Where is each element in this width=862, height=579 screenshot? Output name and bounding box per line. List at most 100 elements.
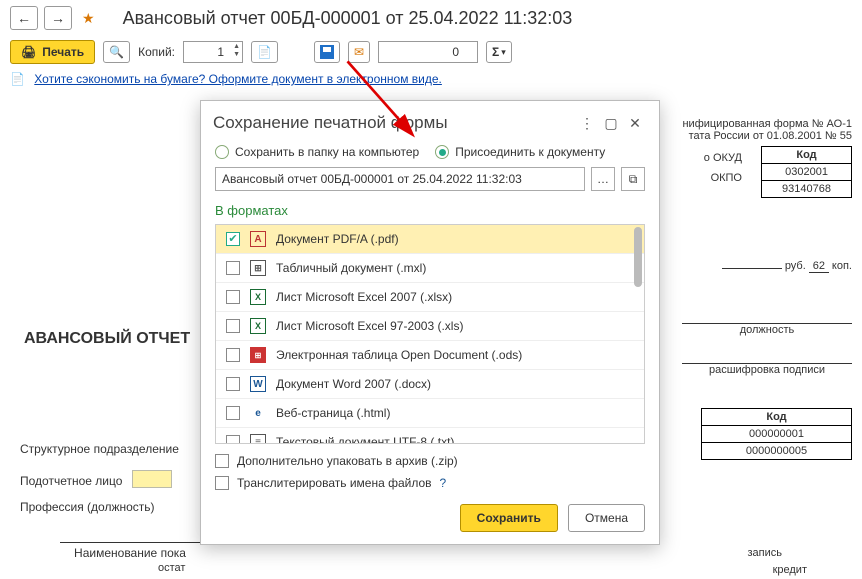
copies-spinner[interactable]: ▲▼ — [233, 43, 240, 59]
sum-input[interactable]: 0 — [378, 41, 478, 63]
code2-v1: 000000001 — [702, 426, 852, 443]
translit-checkbox[interactable] — [215, 476, 229, 490]
mxl-icon: ⊞ — [250, 260, 266, 276]
copies-input[interactable]: 1 ▲▼ — [183, 41, 243, 63]
page-title: Авансовый отчет 00БД-000001 от 25.04.202… — [123, 8, 573, 29]
format-xls-row[interactable]: X Лист Microsoft Excel 97-2003 (.xls) — [216, 312, 644, 341]
format-ods-label: Электронная таблица Open Document (.ods) — [276, 348, 522, 362]
radio-attach-document[interactable] — [435, 145, 449, 159]
format-pdf-row[interactable]: A Документ PDF/A (.pdf) — [216, 225, 644, 254]
radio-save-folder-label[interactable]: Сохранить в папку на компьютер — [235, 145, 419, 159]
field-profession: Профессия (должность) — [20, 500, 155, 514]
rub-line — [722, 268, 782, 269]
copies-value: 1 — [217, 45, 224, 59]
filename-more-button[interactable]: … — [591, 167, 615, 191]
preview-button[interactable]: 🔍 — [103, 41, 130, 63]
filename-open-button[interactable]: ⧉ — [621, 167, 645, 191]
radio-attach-document-label[interactable]: Присоединить к документу — [455, 145, 605, 159]
format-mxl-row[interactable]: ⊞ Табличный документ (.mxl) — [216, 254, 644, 283]
ras-label: расшифровка подписи — [682, 364, 852, 376]
format-mxl-label: Табличный документ (.mxl) — [276, 261, 426, 275]
format-docx-row[interactable]: W Документ Word 2007 (.docx) — [216, 370, 644, 399]
format-txt-checkbox[interactable] — [226, 435, 240, 444]
format-xls-checkbox[interactable] — [226, 319, 240, 333]
dialog-save-button[interactable]: Сохранить — [460, 504, 558, 532]
code-okpo: 93140768 — [762, 181, 852, 198]
zip-checkbox[interactable] — [215, 454, 229, 468]
format-xlsx-label: Лист Microsoft Excel 2007 (.xlsx) — [276, 290, 452, 304]
zap-label: запись — [748, 547, 783, 559]
format-ods-checkbox[interactable] — [226, 348, 240, 362]
form-note-1: нифицированная форма № АО-1 — [682, 118, 852, 130]
chevron-down-icon: ▾ — [501, 47, 506, 58]
format-html-checkbox[interactable] — [226, 406, 240, 420]
form-note-2: тата России от 01.08.2001 № 55 — [682, 130, 852, 142]
dialog-title: Сохранение печатной формы — [213, 113, 575, 133]
format-docx-label: Документ Word 2007 (.docx) — [276, 377, 431, 391]
code-table-2: Код 000000001 0000000005 — [701, 408, 852, 460]
format-html-label: Веб-страница (.html) — [276, 406, 390, 420]
kop-label: коп. — [832, 260, 852, 272]
template-icon: 📄 — [257, 45, 272, 59]
formats-section-title: В форматах — [201, 201, 659, 224]
code-table: Код 0302001 93140768 — [761, 146, 852, 198]
formats-list: A Документ PDF/A (.pdf) ⊞ Табличный доку… — [215, 224, 645, 444]
person-input[interactable] — [132, 470, 172, 488]
format-xlsx-row[interactable]: X Лист Microsoft Excel 2007 (.xlsx) — [216, 283, 644, 312]
field-structure: Структурное подразделение — [20, 442, 179, 456]
format-html-row[interactable]: e Веб-страница (.html) — [216, 399, 644, 428]
copies-label: Копий: — [138, 45, 175, 59]
formats-scrollbar[interactable] — [634, 227, 642, 287]
document-icon: 📄 — [10, 72, 25, 86]
okpo-label: ОКПО — [704, 168, 742, 188]
floppy-icon — [320, 45, 334, 59]
format-docx-checkbox[interactable] — [226, 377, 240, 391]
code2-v2: 0000000005 — [702, 443, 852, 460]
dol-line — [682, 310, 852, 324]
format-txt-row[interactable]: ≡ Текстовый документ UTF-8 (.txt) — [216, 428, 644, 444]
dialog-close-icon[interactable]: ✕ — [623, 111, 647, 135]
code2-header: Код — [702, 409, 852, 426]
back-button[interactable]: ← — [10, 6, 38, 30]
dol-label: должность — [682, 324, 852, 336]
rub-label: руб. — [785, 260, 806, 272]
translit-help-icon[interactable]: ? — [440, 476, 447, 490]
rub-val: 62 — [809, 260, 829, 273]
xls-icon: X — [250, 318, 266, 334]
sigma-button[interactable]: Σ ▾ — [486, 41, 512, 63]
dialog-menu-icon[interactable]: ⋮ — [575, 111, 599, 135]
save-print-form-dialog: Сохранение печатной формы ⋮ ▢ ✕ Сохранит… — [200, 100, 660, 545]
sigma-icon: Σ — [492, 45, 499, 59]
format-ods-row[interactable]: ⊞ Электронная таблица Open Document (.od… — [216, 341, 644, 370]
html-icon: e — [250, 405, 266, 421]
filename-value: Авансовый отчет 00БД-000001 от 25.04.202… — [222, 172, 522, 186]
format-xls-label: Лист Microsoft Excel 97-2003 (.xls) — [276, 319, 463, 333]
txt-icon: ≡ — [250, 434, 266, 444]
field-person: Подотчетное лицо — [20, 474, 122, 488]
xlsx-icon: X — [250, 289, 266, 305]
printer-icon: 🖨 — [21, 45, 36, 59]
save-to-disk-button[interactable] — [314, 41, 340, 63]
dialog-cancel-button[interactable]: Отмена — [568, 504, 645, 532]
format-pdf-label: Документ PDF/A (.pdf) — [276, 232, 399, 246]
mail-icon: ✉ — [354, 45, 364, 59]
send-email-button[interactable]: ✉ — [348, 41, 370, 63]
favorite-icon[interactable]: ★ — [82, 10, 95, 27]
eco-link[interactable]: Хотите сэкономить на бумаге? Оформите до… — [34, 72, 442, 86]
kred-label: кредит — [773, 564, 807, 576]
format-xlsx-checkbox[interactable] — [226, 290, 240, 304]
forward-button[interactable]: → — [44, 6, 72, 30]
okud-label: о ОКУД — [704, 148, 742, 168]
filename-input[interactable]: Авансовый отчет 00БД-000001 от 25.04.202… — [215, 167, 585, 191]
format-pdf-checkbox[interactable] — [226, 232, 240, 246]
print-button[interactable]: 🖨 Печать — [10, 40, 95, 64]
pdf-icon: A — [250, 231, 266, 247]
format-txt-label: Текстовый документ UTF-8 (.txt) — [276, 435, 454, 444]
docx-icon: W — [250, 376, 266, 392]
format-mxl-checkbox[interactable] — [226, 261, 240, 275]
dialog-maximize-icon[interactable]: ▢ — [599, 111, 623, 135]
radio-save-folder[interactable] — [215, 145, 229, 159]
template-button[interactable]: 📄 — [251, 41, 278, 63]
sum-value: 0 — [452, 45, 459, 59]
code-okud: 0302001 — [762, 164, 852, 181]
